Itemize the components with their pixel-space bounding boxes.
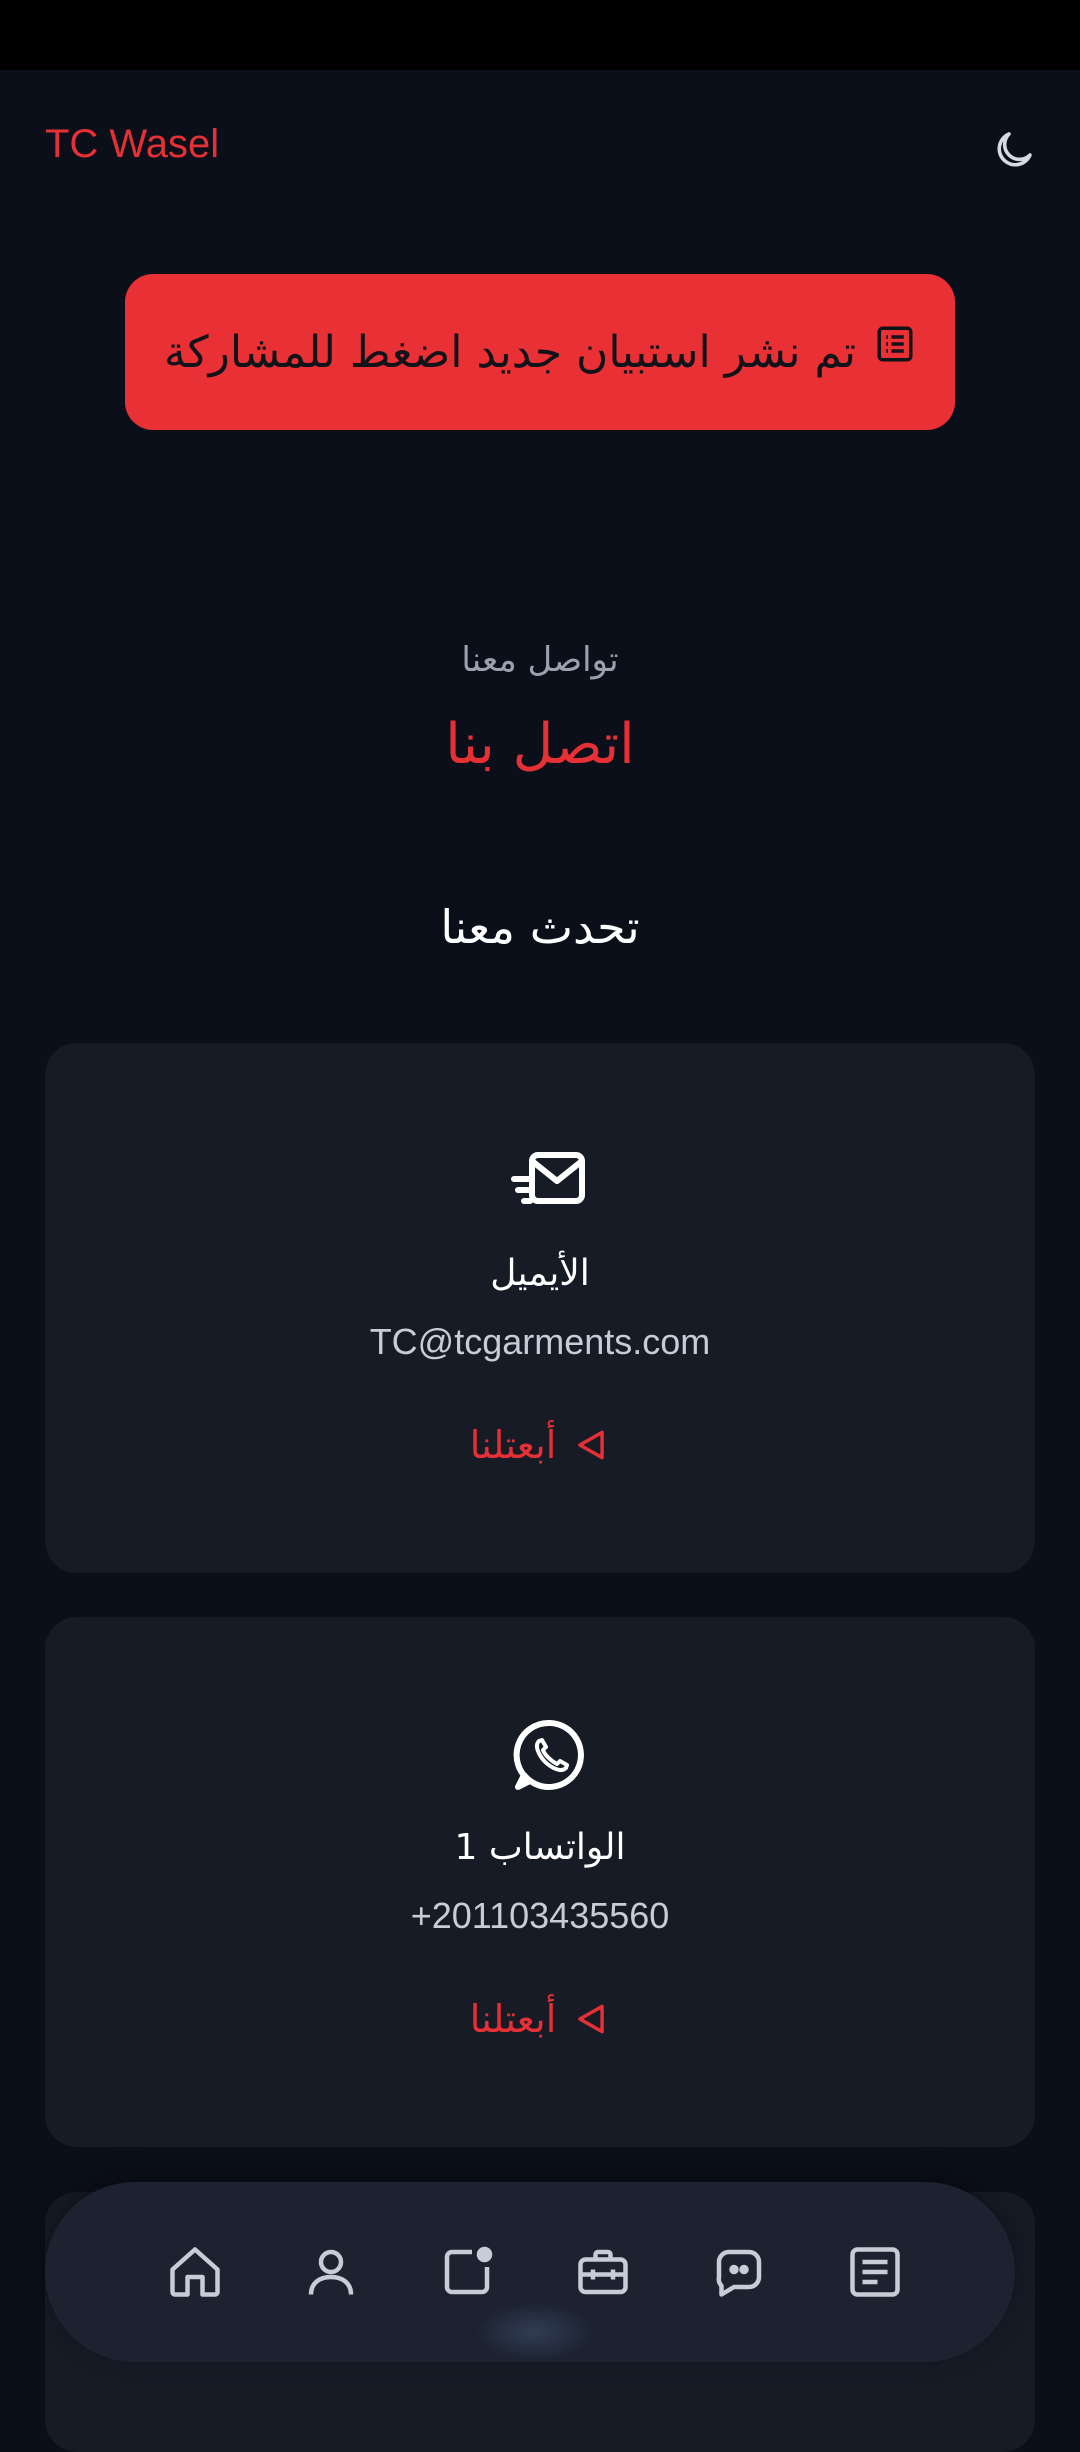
bottom-nav (45, 2182, 1015, 2362)
app-brand[interactable]: TC Wasel (45, 122, 219, 167)
notes-icon[interactable] (437, 2242, 497, 2302)
page-title: اتصل بنا (445, 712, 635, 777)
articles-icon[interactable] (845, 2242, 905, 2302)
chat-icon[interactable] (709, 2242, 769, 2302)
card-label: الواتساب 1 (454, 1827, 626, 1868)
moon-icon[interactable] (990, 126, 1038, 174)
card-value[interactable]: TC@tcgarments.com (45, 1321, 1035, 1363)
home-icon[interactable] (165, 2242, 225, 2302)
app-bar: TC Wasel (0, 70, 1080, 230)
whatsapp-icon (510, 1715, 590, 1795)
card-label: الأيميل (490, 1253, 590, 1294)
survey-banner[interactable]: تم نشر استبيان جديد اضغط للمشاركة (125, 274, 955, 430)
profile-icon[interactable] (301, 2242, 361, 2302)
send-button[interactable]: أبعتلنا (45, 1997, 1035, 2041)
send-label: أبعتلنا (469, 1423, 557, 1467)
active-indicator (475, 2302, 595, 2362)
jobs-icon[interactable] (573, 2242, 633, 2302)
send-button[interactable]: أبعتلنا (45, 1423, 1035, 1467)
status-bar (0, 0, 1080, 70)
list-icon (874, 323, 916, 365)
card-value[interactable]: +201103435560 (45, 1895, 1035, 1937)
email-icon (510, 1143, 590, 1223)
play-icon (572, 2000, 610, 2038)
play-icon (572, 1426, 610, 1464)
banner-text: تم نشر استبيان جديد اضغط للمشاركة (164, 326, 856, 378)
section-title: تحدث معنا (440, 900, 640, 954)
email-card: الأيميل TC@tcgarments.com أبعتلنا (45, 1043, 1035, 1573)
whatsapp-card: الواتساب 1 +201103435560 أبعتلنا (45, 1617, 1035, 2147)
page-eyebrow: تواصل معنا (461, 640, 619, 680)
send-label: أبعتلنا (469, 1997, 557, 2041)
